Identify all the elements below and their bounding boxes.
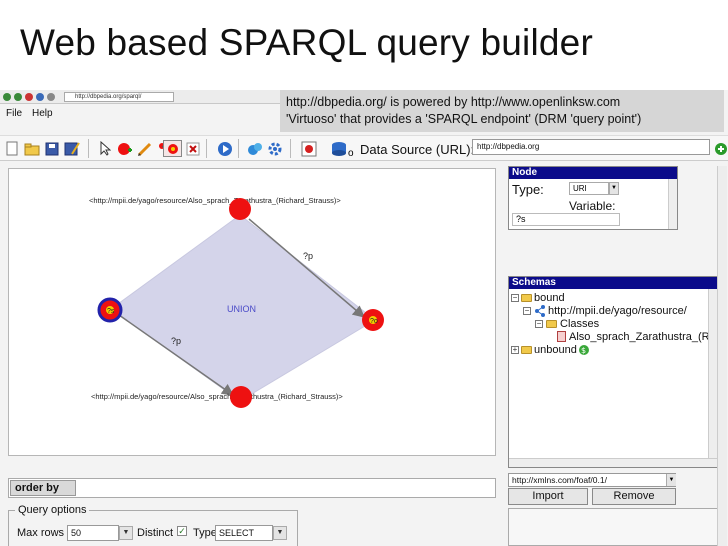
tree-toggle-resource[interactable]: − [523,307,531,315]
data-source-label: Data Source (URL): [360,142,475,157]
schemas-horizontal-scrollbar[interactable] [509,458,717,467]
share-node-icon [535,305,545,317]
network-refresh-icon[interactable] [246,140,263,157]
money-icon: $ [579,345,589,355]
select-pointer-icon[interactable] [96,140,113,157]
tree-item-unbound[interactable]: unbound [534,344,577,356]
predicate-top-label: ?p [303,251,313,261]
save-icon[interactable] [43,140,60,157]
top-graph-node[interactable] [229,198,251,220]
svg-text:$: $ [581,346,586,355]
tree-item-class[interactable]: Also_sprach_Zarathustra_(Richard [569,331,717,343]
remove-button[interactable]: Remove [592,488,676,505]
data-source-url-input[interactable]: http://dbpedia.org [472,139,710,155]
open-folder-icon[interactable] [23,140,40,157]
settings-gear-icon[interactable] [266,140,283,157]
bottom-right-frame [508,508,718,546]
distinct-label: Distinct [137,527,174,539]
node-variable-label: Variable: [569,199,616,213]
menu-bar: File Help [0,104,290,124]
browser-url-field[interactable]: http://dbpedia.org/sparql/ [64,92,174,102]
callout-line-1: http://dbpedia.org/ is powered by http:/… [286,95,621,109]
node-type-label: Type: [512,182,544,197]
tree-item-classes[interactable]: Classes [560,318,599,330]
query-type-select[interactable]: SELECT [215,525,273,541]
node-panel-scrollbar[interactable] [668,179,677,229]
browser-nav-bar: http://dbpedia.org/sparql/ [0,90,290,104]
query-type-dropdown-icon[interactable]: ▼ [273,526,287,540]
refresh-icon[interactable] [36,93,44,101]
stop-icon[interactable] [25,93,33,101]
menu-help[interactable]: Help [32,108,53,119]
schemas-panel: Schemas − bound − http://mpii.de/yago/re… [508,276,718,468]
import-button[interactable]: Import [508,488,588,505]
max-rows-select[interactable]: 50 [67,525,119,541]
object-node-var: ?o [370,318,378,325]
schemas-vertical-scrollbar[interactable] [708,289,717,459]
slide-title: Web based SPARQL query builder [20,22,593,63]
query-options-group: Query options Max rows 50 ▼ Distinct ✓ T… [8,504,298,546]
schemas-header: Schemas [509,277,717,289]
node-panel-header: Node [509,167,677,179]
order-by-button[interactable]: order by [10,480,76,496]
node-panel: Node Type: URI ▼ Variable: ?s [508,166,678,230]
folder-icon [521,294,532,302]
tree-item-resource[interactable]: http://mpii.de/yago/resource/ [548,305,687,317]
back-icon[interactable] [3,93,11,101]
right-scrollbar[interactable] [717,166,727,546]
max-rows-dropdown-icon[interactable]: ▼ [119,526,133,540]
new-file-icon[interactable] [4,140,21,157]
bottom-graph-node[interactable] [230,386,252,408]
save-as-icon[interactable] [63,140,80,157]
subject-node-var: ?s [107,308,115,315]
node-type-dropdown-icon[interactable]: ▼ [609,182,619,195]
node-type-select[interactable]: URI [569,182,609,195]
folder-icon [546,320,557,328]
class-file-icon [557,331,566,342]
top-node-label: <http://mpii.de/yago/resource/Also_sprac… [89,196,341,205]
query-options-legend: Query options [15,504,90,516]
pencil-icon[interactable] [136,140,153,157]
query-graph: <http://mpii.de/yago/resource/Also_sprac… [89,196,384,408]
export-icon[interactable] [300,140,317,157]
tree-toggle-classes[interactable]: − [535,320,543,328]
type-label: Type [193,527,217,539]
union-node-icon[interactable] [163,140,182,157]
forward-icon[interactable] [14,93,22,101]
add-node-icon[interactable] [116,140,133,157]
app-screenshot: http://dbpedia.org/sparql/ File Help htt… [0,90,728,546]
home-icon[interactable] [47,93,55,101]
tree-toggle-bound[interactable]: − [511,294,519,302]
distinct-checkbox[interactable]: ✓ [177,526,187,536]
order-by-bar[interactable]: order by [8,478,496,498]
max-rows-label: Max rows [17,527,65,539]
bottom-node-label: <http://mpii.de/yago/resource/Also_sprac… [91,392,343,401]
menu-file[interactable]: File [6,108,22,119]
add-source-icon[interactable] [712,140,728,157]
predicate-bottom-label: ?p [171,336,181,346]
endpoint-callout: http://dbpedia.org/ is powered by http:/… [280,90,724,132]
data-source-icon[interactable] [330,140,347,157]
toolbar: o Data Source (URL): http://dbpedia.org [0,135,728,161]
query-graph-canvas[interactable]: <http://mpii.de/yago/resource/Also_sprac… [8,168,496,456]
namespace-dropdown-icon[interactable]: ▼ [666,474,676,486]
node-variable-input[interactable]: ?s [512,213,620,226]
union-label: UNION [227,304,256,314]
run-query-icon[interactable] [216,140,233,157]
tree-item-bound[interactable]: bound [534,292,565,304]
tree-toggle-unbound[interactable]: + [511,346,519,354]
folder-icon [521,346,532,354]
namespace-input[interactable]: http://xmlns.com/foaf/0.1/ [508,473,676,487]
delete-icon[interactable] [184,140,201,157]
data-source-subscript: o [348,148,354,159]
callout-line-2: 'Virtuoso' that provides a 'SPARQL endpo… [286,112,642,126]
